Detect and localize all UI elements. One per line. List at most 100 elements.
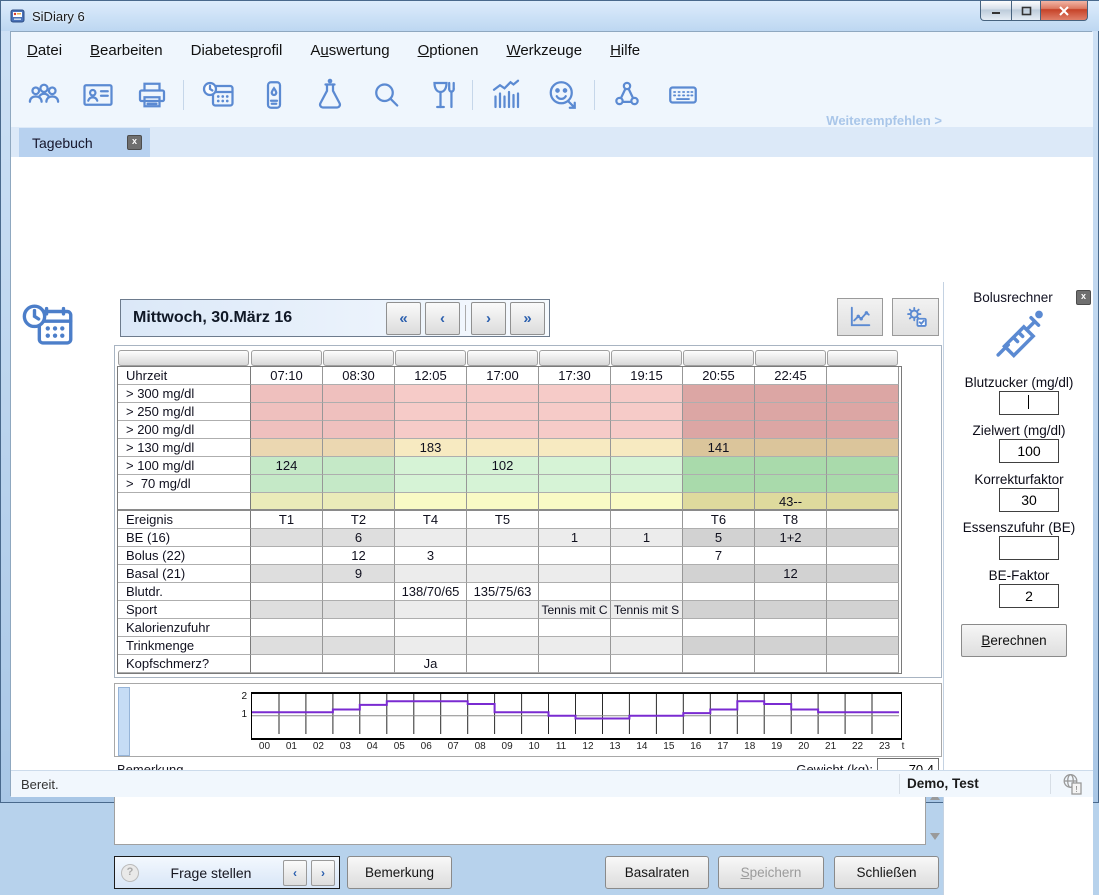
table-cell[interactable] [467,403,539,421]
table-cell[interactable] [539,637,611,655]
menu-item-hilfe[interactable]: Hilfe [610,42,640,59]
table-cell[interactable]: 124 [251,457,323,475]
table-cell[interactable] [323,601,395,619]
calculate-button[interactable]: Berechnen [961,624,1067,657]
table-cell[interactable]: T6 [683,511,755,529]
table-cell[interactable] [323,385,395,403]
table-cell[interactable] [539,385,611,403]
first-day-button[interactable]: « [386,302,421,335]
table-cell[interactable] [827,439,899,457]
table-cell[interactable] [251,547,323,565]
table-cell[interactable] [323,421,395,439]
column-header-button[interactable] [323,350,394,366]
table-cell[interactable] [251,403,323,421]
table-cell[interactable] [251,439,323,457]
table-cell[interactable] [323,637,395,655]
table-cell[interactable] [395,619,467,637]
table-cell[interactable] [467,619,539,637]
share-icon[interactable] [609,77,645,113]
table-cell[interactable] [755,385,827,403]
table-cell[interactable] [827,403,899,421]
table-cell[interactable] [611,421,683,439]
table-cell[interactable] [683,601,755,619]
table-cell[interactable]: 9 [323,565,395,583]
table-cell[interactable] [467,421,539,439]
table-cell[interactable]: Ja [395,655,467,673]
table-cell[interactable] [611,511,683,529]
table-cell[interactable] [539,493,611,511]
menu-item-optionen[interactable]: Optionen [418,42,479,59]
table-cell[interactable] [827,385,899,403]
table-cell[interactable] [827,601,899,619]
table-cell[interactable]: T8 [755,511,827,529]
table-cell[interactable] [683,637,755,655]
table-cell[interactable] [251,529,323,547]
table-cell[interactable] [323,619,395,637]
table-cell[interactable] [467,475,539,493]
glucose-meter-icon[interactable] [256,77,292,113]
table-cell[interactable] [611,637,683,655]
menu-item-werkzeuge[interactable]: Werkzeuge [506,42,582,59]
table-cell[interactable] [755,583,827,601]
table-cell[interactable]: 12 [323,547,395,565]
last-day-button[interactable]: » [510,302,545,335]
table-cell[interactable] [323,457,395,475]
recommend-link[interactable]: Weiterempfehlen > [826,113,942,128]
table-cell[interactable] [827,529,899,547]
table-cell[interactable] [395,421,467,439]
column-header-button[interactable] [683,350,754,366]
table-cell[interactable] [251,475,323,493]
table-cell[interactable] [467,529,539,547]
statistics-icon[interactable] [488,77,524,113]
table-cell[interactable] [251,385,323,403]
table-cell[interactable]: 08:30 [323,367,395,385]
menu-item-datei[interactable]: Datei [27,42,62,59]
settings-gear-button[interactable] [892,298,939,336]
diary-calendar-icon[interactable] [201,77,237,113]
table-cell[interactable]: 138/70/65 [395,583,467,601]
table-cell[interactable] [755,619,827,637]
column-header-button[interactable] [611,350,682,366]
table-cell[interactable] [683,421,755,439]
table-cell[interactable] [467,493,539,511]
table-cell[interactable] [539,439,611,457]
table-cell[interactable] [683,655,755,673]
table-cell[interactable] [611,439,683,457]
table-cell[interactable] [467,601,539,619]
table-cell[interactable]: 183 [395,439,467,457]
table-cell[interactable] [323,403,395,421]
table-cell[interactable] [539,655,611,673]
table-cell[interactable] [323,493,395,511]
table-cell[interactable] [611,403,683,421]
table-cell[interactable] [539,583,611,601]
question-prev-button[interactable]: ‹ [283,860,307,886]
table-cell[interactable]: T5 [467,511,539,529]
table-cell[interactable] [395,385,467,403]
column-header-button[interactable] [827,350,898,366]
table-cell[interactable]: 22:45 [755,367,827,385]
table-cell[interactable] [251,583,323,601]
table-cell[interactable] [395,457,467,475]
table-cell[interactable] [539,619,611,637]
table-cell[interactable] [683,385,755,403]
bolus-field-input-3[interactable] [999,536,1059,560]
column-header-button[interactable] [755,350,826,366]
table-cell[interactable] [611,385,683,403]
table-cell[interactable] [251,421,323,439]
keyboard-icon[interactable] [665,77,701,113]
table-cell[interactable]: 1+2 [755,529,827,547]
table-cell[interactable] [251,493,323,511]
table-cell[interactable] [827,457,899,475]
table-cell[interactable] [539,403,611,421]
nutrition-icon[interactable] [424,77,460,113]
remark-button[interactable]: Bemerkung [347,856,452,889]
table-cell[interactable] [827,655,899,673]
question-next-button[interactable]: › [311,860,335,886]
table-cell[interactable] [827,493,899,511]
column-header-button[interactable] [251,350,322,366]
table-cell[interactable]: 6 [323,529,395,547]
menu-item-bearbeiten[interactable]: Bearbeiten [90,42,163,59]
table-cell[interactable]: 7 [683,547,755,565]
table-cell[interactable] [827,583,899,601]
basal-rates-button[interactable]: Basalraten [605,856,709,889]
